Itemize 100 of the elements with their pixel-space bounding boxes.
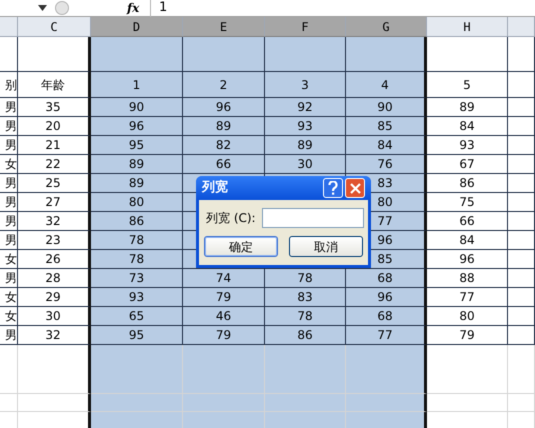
table-cell — [508, 117, 535, 136]
table-cell: 77 — [346, 326, 427, 345]
table-cell — [508, 98, 535, 117]
table-cell: 78 — [91, 250, 183, 269]
table-cell: 93 — [427, 136, 508, 155]
table-cell: 女 — [0, 307, 18, 326]
table-cell — [508, 212, 535, 231]
table-cell: 别 — [0, 72, 18, 98]
table-cell: 66 — [183, 155, 265, 174]
table-cell — [508, 394, 535, 412]
table-cell — [508, 307, 535, 326]
table-cell: 90 — [346, 98, 427, 117]
table-cell: 88 — [427, 269, 508, 288]
column-header[interactable]: E — [183, 17, 265, 37]
column-header[interactable]: G — [346, 17, 427, 37]
table-cell: 女 — [0, 250, 18, 269]
table-cell: 35 — [18, 98, 91, 117]
table-cell — [0, 345, 18, 394]
field-label: 列宽 (C): — [206, 210, 256, 227]
table-cell: 78 — [265, 269, 346, 288]
table-cell: 21 — [18, 136, 91, 155]
table-cell — [0, 394, 18, 412]
table-cell: 90 — [91, 98, 183, 117]
table-cell: 女 — [0, 155, 18, 174]
table-cell: 96 — [183, 98, 265, 117]
table-cell: 84 — [427, 231, 508, 250]
table-cell: 32 — [18, 326, 91, 345]
table-cell — [508, 155, 535, 174]
table-cell — [508, 269, 535, 288]
table-cell: 30 — [265, 155, 346, 174]
close-icon — [350, 182, 360, 194]
table-cell: 89 — [91, 174, 183, 193]
table-cell: 67 — [427, 155, 508, 174]
column-header[interactable]: F — [265, 17, 346, 37]
table-cell — [508, 231, 535, 250]
dialog-button[interactable]: 确定 — [204, 236, 278, 257]
table-cell: 92 — [265, 98, 346, 117]
column-header[interactable] — [0, 17, 18, 37]
table-cell: 男 — [0, 269, 18, 288]
table-cell: 男 — [0, 136, 18, 155]
table-cell: 95 — [91, 326, 183, 345]
column-header[interactable]: D — [91, 17, 183, 37]
table-cell: 29 — [18, 288, 91, 307]
table-cell — [508, 326, 535, 345]
column-header[interactable]: H — [427, 17, 508, 37]
table-cell: 女 — [0, 288, 18, 307]
table-cell: 95 — [91, 136, 183, 155]
table-cell: 84 — [346, 136, 427, 155]
column-header[interactable] — [508, 17, 535, 37]
table-cell: 75 — [427, 193, 508, 212]
dialog-button[interactable]: 取消 — [289, 236, 363, 257]
dialog-title: 列宽 — [202, 178, 228, 198]
table-cell: 83 — [265, 288, 346, 307]
table-cell: 46 — [183, 307, 265, 326]
table-cell: 20 — [18, 117, 91, 136]
table-cell: 27 — [18, 193, 91, 212]
formula-value[interactable]: 1 — [159, 0, 168, 18]
table-cell: 男 — [0, 212, 18, 231]
table-cell: 26 — [18, 250, 91, 269]
table-cell — [508, 136, 535, 155]
table-cell: 76 — [346, 155, 427, 174]
table-cell: 73 — [91, 269, 183, 288]
table-cell: 86 — [91, 212, 183, 231]
table-cell: 89 — [427, 98, 508, 117]
help-button[interactable] — [323, 178, 343, 198]
table-cell: 96 — [427, 250, 508, 269]
table-cell — [0, 37, 18, 72]
table-cell: 23 — [18, 231, 91, 250]
table-cell: 89 — [91, 155, 183, 174]
table-cell: 男 — [0, 98, 18, 117]
table-cell: 28 — [18, 269, 91, 288]
table-cell: 84 — [427, 117, 508, 136]
table-cell: 86 — [427, 174, 508, 193]
splitter-handle[interactable] — [55, 1, 69, 15]
table-cell — [508, 72, 535, 98]
table-cell — [508, 174, 535, 193]
table-cell: 65 — [91, 307, 183, 326]
dropdown-arrow-icon[interactable] — [38, 5, 47, 11]
table-cell: 86 — [265, 326, 346, 345]
table-cell: 68 — [346, 307, 427, 326]
table-cell — [508, 345, 535, 394]
table-cell: 78 — [91, 231, 183, 250]
table-cell: 93 — [265, 117, 346, 136]
table-cell: 4 — [346, 72, 427, 98]
table-cell: 30 — [18, 307, 91, 326]
table-cell — [508, 37, 535, 72]
table-cell: 年龄 — [18, 72, 91, 98]
table-cell: 男 — [0, 326, 18, 345]
column-header[interactable]: C — [18, 17, 91, 37]
table-cell: 22 — [18, 155, 91, 174]
table-cell: 男 — [0, 174, 18, 193]
table-cell: 男 — [0, 117, 18, 136]
table-cell: 93 — [91, 288, 183, 307]
table-cell: 89 — [183, 117, 265, 136]
table-cell: 5 — [427, 72, 508, 98]
close-button[interactable] — [345, 178, 365, 198]
table-cell — [508, 193, 535, 212]
table-cell: 2 — [183, 72, 265, 98]
input-field[interactable] — [262, 208, 364, 228]
table-cell: 85 — [346, 117, 427, 136]
